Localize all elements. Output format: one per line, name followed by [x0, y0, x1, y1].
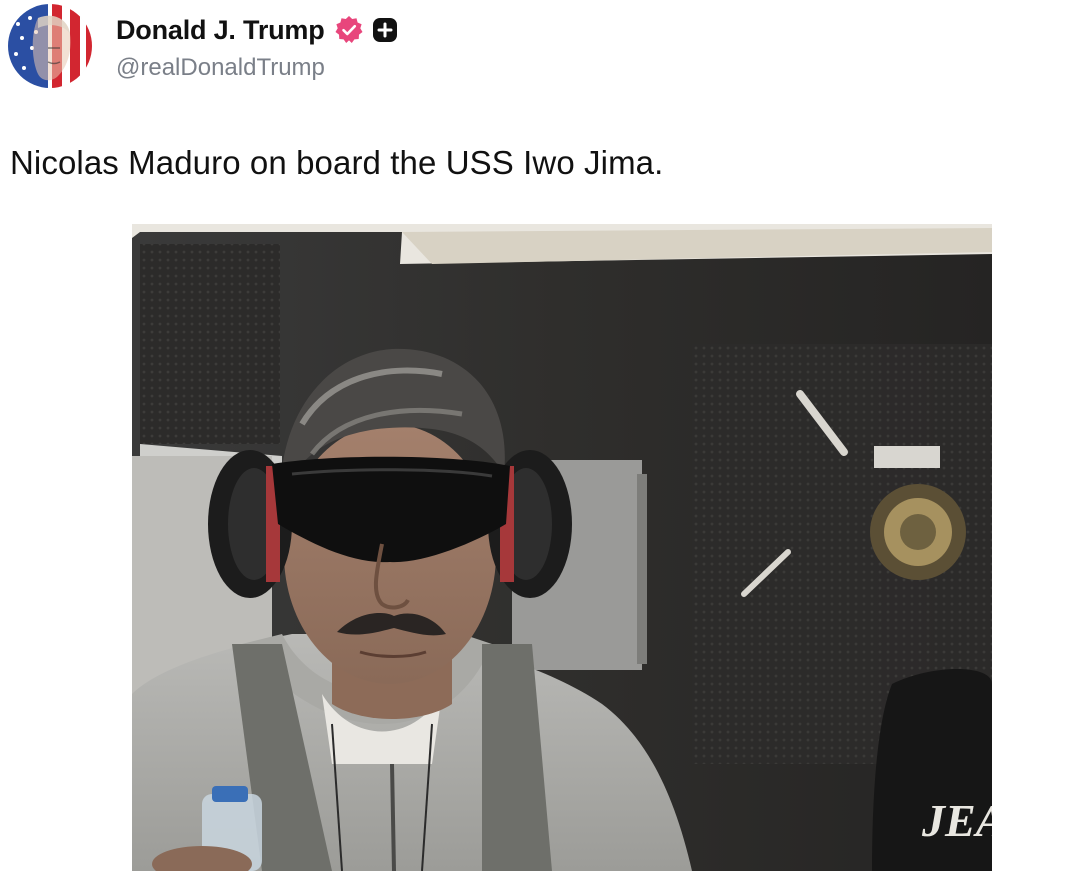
verified-badge-icon — [334, 15, 364, 45]
author-handle[interactable]: @realDonaldTrump — [116, 54, 398, 82]
post-header: Donald J. Trump @realDonaldTrump — [8, 4, 398, 88]
author-name-row: Donald J. Trump — [116, 10, 398, 50]
author-avatar[interactable] — [8, 4, 92, 88]
author-identity: Donald J. Trump @realDonaldTrump — [116, 10, 398, 82]
author-display-name[interactable]: Donald J. Trump — [116, 15, 325, 46]
post-body-text: Nicolas Maduro on board the USS Iwo Jima… — [10, 144, 664, 181]
sweatshirt-lettering: JEA — [921, 795, 992, 846]
post-photo[interactable]: JEA — [132, 224, 992, 871]
plus-square-icon — [372, 17, 398, 43]
post-card: Donald J. Trump @realDonaldTrump Nicolas… — [0, 0, 1068, 871]
